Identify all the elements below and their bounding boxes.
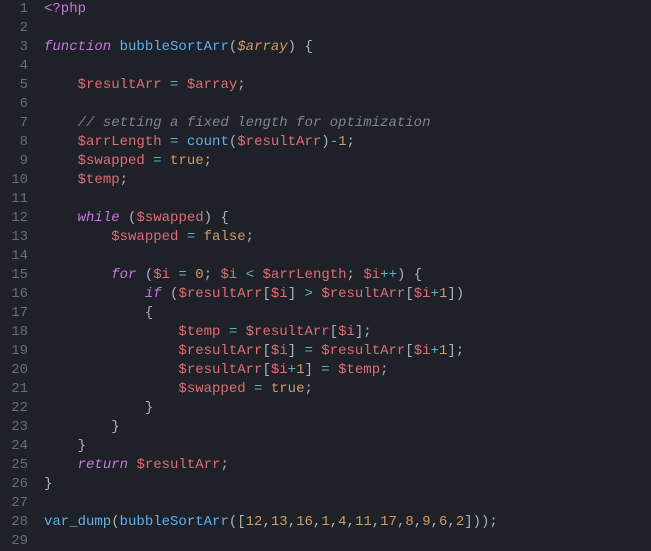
var-swapped: $swapped bbox=[178, 381, 245, 397]
array-num: 13 bbox=[271, 514, 288, 530]
keyword-return: return bbox=[78, 457, 128, 473]
num-1: 1 bbox=[338, 134, 346, 150]
code-editor[interactable]: 1234567891011121314151617181920212223242… bbox=[0, 0, 651, 551]
var-array: $array bbox=[187, 77, 237, 93]
array-num: 11 bbox=[355, 514, 372, 530]
var-resultarr: $resultArr bbox=[178, 362, 262, 378]
var-temp: $temp bbox=[338, 362, 380, 378]
var-arrlength: $arrLength bbox=[263, 267, 347, 283]
keyword-while: while bbox=[78, 210, 120, 226]
var-temp: $temp bbox=[178, 324, 220, 340]
var-i: $i bbox=[271, 343, 288, 359]
var-swapped: $swapped bbox=[111, 229, 178, 245]
array-num: 8 bbox=[405, 514, 413, 530]
var-i: $i bbox=[221, 267, 238, 283]
array-num: 2 bbox=[456, 514, 464, 530]
var-resultarr: $resultArr bbox=[136, 457, 220, 473]
var-i: $i bbox=[363, 267, 380, 283]
arg-resultarr: $resultArr bbox=[237, 134, 321, 150]
array-num: 4 bbox=[338, 514, 346, 530]
code-area[interactable]: <?phpfunction bubbleSortArr($array) { $r… bbox=[38, 0, 504, 551]
var-i: $i bbox=[153, 267, 170, 283]
array-num: 1 bbox=[321, 514, 329, 530]
param-array: $array bbox=[237, 39, 287, 55]
var-resultarr: $resultArr bbox=[178, 286, 262, 302]
var-arrlength: $arrLength bbox=[78, 134, 162, 150]
var-temp: $temp bbox=[78, 172, 120, 188]
num-0: 0 bbox=[195, 267, 203, 283]
var-resultarr: $resultArr bbox=[178, 343, 262, 359]
bool-false: false bbox=[204, 229, 246, 245]
call-count: count bbox=[187, 134, 229, 150]
array-num: 9 bbox=[422, 514, 430, 530]
comment: // setting a fixed length for optimizati… bbox=[78, 115, 431, 131]
var-i: $i bbox=[271, 362, 288, 378]
var-resultarr: $resultArr bbox=[78, 77, 162, 93]
var-i: $i bbox=[338, 324, 355, 340]
array-num: 16 bbox=[296, 514, 313, 530]
array-num: 17 bbox=[380, 514, 397, 530]
var-resultarr: $resultArr bbox=[246, 324, 330, 340]
keyword-function: function bbox=[44, 39, 111, 55]
call-bubblesortarr: bubbleSortArr bbox=[120, 514, 229, 530]
var-i: $i bbox=[414, 286, 431, 302]
cond-swapped: $swapped bbox=[136, 210, 203, 226]
php-open-tag: <?php bbox=[44, 1, 86, 17]
var-i: $i bbox=[271, 286, 288, 302]
var-resultarr: $resultArr bbox=[321, 286, 405, 302]
keyword-if: if bbox=[145, 286, 162, 302]
keyword-for: for bbox=[111, 267, 136, 283]
bool-true: true bbox=[271, 381, 305, 397]
bool-true: true bbox=[170, 153, 204, 169]
var-i: $i bbox=[414, 343, 431, 359]
array-num: 12 bbox=[246, 514, 263, 530]
var-swapped: $swapped bbox=[78, 153, 145, 169]
call-vardump: var_dump bbox=[44, 514, 111, 530]
var-resultarr: $resultArr bbox=[321, 343, 405, 359]
line-number-gutter: 1234567891011121314151617181920212223242… bbox=[0, 0, 38, 551]
function-name: bubbleSortArr bbox=[120, 39, 229, 55]
